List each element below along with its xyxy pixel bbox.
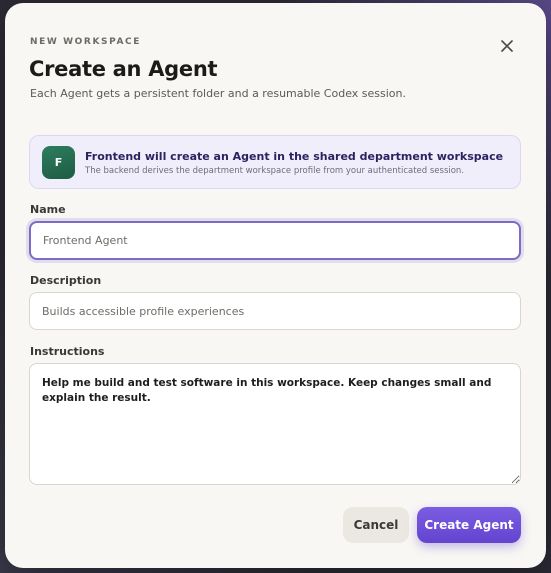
- instructions-textarea[interactable]: Help me build and test software in this …: [29, 363, 521, 485]
- name-input[interactable]: [29, 221, 521, 260]
- dialog-title: Create an Agent: [29, 57, 218, 81]
- create-agent-button[interactable]: Create Agent: [417, 507, 521, 543]
- dialog-subtitle: Each Agent gets a persistent folder and …: [30, 87, 406, 100]
- info-text: The backend derives the department works…: [85, 166, 465, 176]
- description-label: Description: [30, 274, 102, 287]
- name-label: Name: [30, 203, 66, 216]
- dialog-eyebrow: NEW WORKSPACE: [30, 37, 141, 47]
- info-heading: Frontend will create an Agent in the sha…: [85, 150, 504, 163]
- create-agent-dialog: NEW WORKSPACE Create an Agent Each Agent…: [5, 3, 546, 568]
- cancel-button[interactable]: Cancel: [343, 507, 409, 543]
- department-avatar: F: [42, 146, 75, 179]
- instructions-label: Instructions: [30, 345, 105, 358]
- close-button[interactable]: [495, 34, 519, 58]
- close-icon: [501, 40, 513, 52]
- description-input[interactable]: [29, 292, 521, 330]
- workspace-info-card: F Frontend will create an Agent in the s…: [29, 135, 521, 189]
